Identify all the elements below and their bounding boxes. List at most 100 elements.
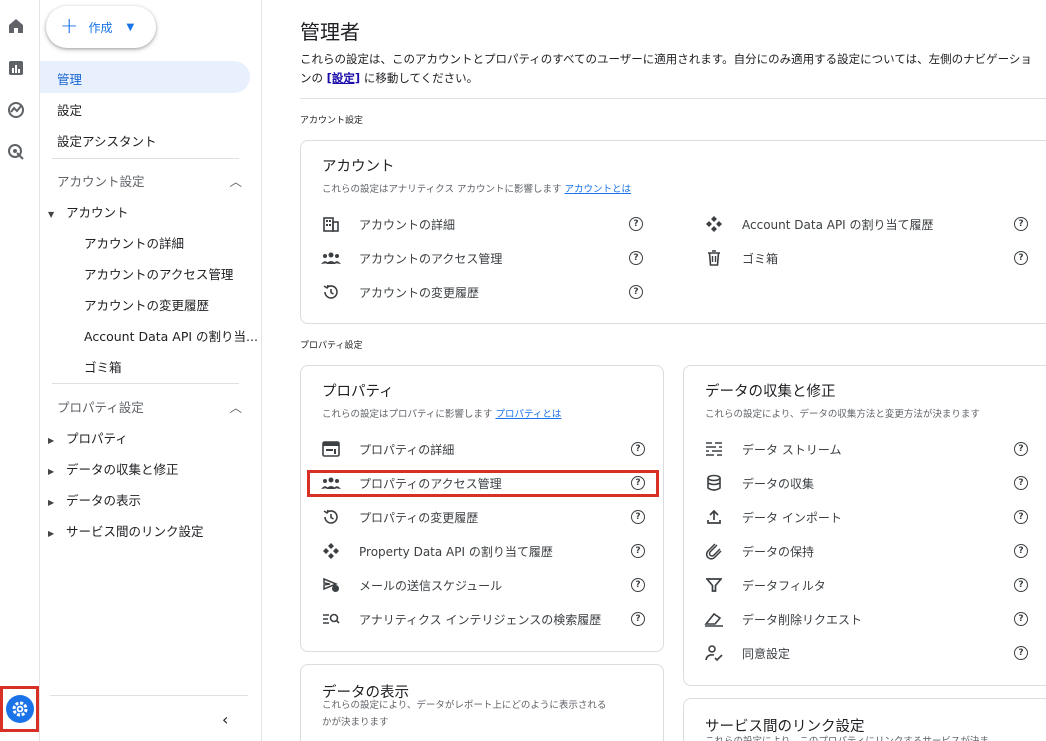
row-data-streams[interactable]: データ ストリーム ? xyxy=(702,434,1028,464)
row-account-access[interactable]: アカウントのアクセス管理 ? xyxy=(319,243,643,273)
row-data-retention[interactable]: データの保持 ? xyxy=(702,536,1028,566)
consent-icon xyxy=(702,641,726,665)
row-label: アカウントの変更履歴 xyxy=(359,285,480,300)
nav-item-data-collection[interactable]: ▶ データの収集と修正 xyxy=(48,459,178,478)
row-data-filters[interactable]: データフィルタ ? xyxy=(702,570,1028,600)
help-icon[interactable]: ? xyxy=(629,251,643,265)
page-title: 管理者 xyxy=(300,20,360,44)
history-icon xyxy=(319,505,343,529)
account-settings-group[interactable]: アカウント設定 ︿ xyxy=(57,171,242,190)
nav-label: サービス間のリンク設定 xyxy=(65,524,204,539)
row-account-data-api[interactable]: Account Data API の割り当て履歴 ? xyxy=(702,209,1028,239)
row-email-schedule[interactable]: メールの送信スケジュール ? xyxy=(319,570,645,600)
nav-item-account[interactable]: ▼ アカウント xyxy=(48,202,128,221)
retention-icon xyxy=(702,539,726,563)
help-icon[interactable]: ? xyxy=(629,217,643,231)
row-label: データの収集 xyxy=(742,476,815,491)
card-title: プロパティ xyxy=(322,384,394,400)
nav-item-account-data-api[interactable]: Account Data API の割り当... xyxy=(84,326,258,345)
help-icon[interactable]: ? xyxy=(631,612,645,626)
help-icon[interactable]: ? xyxy=(629,285,643,299)
card-sub-text: これらの設定はアナリティクス アカウントに影響します xyxy=(322,184,565,195)
what-is-account-link[interactable]: アカウントとは xyxy=(565,184,632,195)
collapse-sidebar-icon[interactable]: ‹ xyxy=(222,710,228,729)
nav-item-setup-assistant[interactable]: 設定アシスタント xyxy=(57,131,157,150)
help-icon[interactable]: ? xyxy=(631,544,645,558)
row-label: アカウントの詳細 xyxy=(359,217,456,232)
nav-item-product-links[interactable]: ▶ サービス間のリンク設定 xyxy=(48,521,203,540)
divider xyxy=(52,383,239,384)
row-property-data-api[interactable]: Property Data API の割り当て履歴 ? xyxy=(319,536,645,566)
help-icon[interactable]: ? xyxy=(631,442,645,456)
help-icon[interactable]: ? xyxy=(1014,217,1028,231)
nav-item-account-details[interactable]: アカウントの詳細 xyxy=(84,233,184,252)
help-icon[interactable]: ? xyxy=(1014,442,1028,456)
explore-icon[interactable] xyxy=(4,98,28,122)
nav-label: データの収集と修正 xyxy=(65,462,179,477)
row-label: データフィルタ xyxy=(742,578,826,593)
card-subtitle: これらの設定により、このプロパティにリンクするサービスが決ま xyxy=(705,733,989,741)
help-icon[interactable]: ? xyxy=(631,578,645,592)
nav-item-data-display[interactable]: ▶ データの表示 xyxy=(48,490,141,509)
nav-item-property[interactable]: ▶ プロパティ xyxy=(48,428,128,447)
row-data-import[interactable]: データ インポート ? xyxy=(702,502,1028,532)
card-title: データの収集と修正 xyxy=(705,384,836,400)
nav-item-admin[interactable]: 管理 xyxy=(57,69,82,88)
home-icon[interactable] xyxy=(4,14,28,38)
row-trash[interactable]: ゴミ箱 ? xyxy=(702,243,1028,273)
advertising-icon[interactable] xyxy=(4,140,28,164)
help-icon[interactable]: ? xyxy=(1014,251,1028,265)
property-settings-group[interactable]: プロパティ設定 ︿ xyxy=(57,397,242,416)
row-label: アナリティクス インテリジェンスの検索履歴 xyxy=(359,612,602,627)
row-property-details[interactable]: プロパティの詳細 ? xyxy=(319,434,645,464)
reports-icon[interactable] xyxy=(4,56,28,80)
nav-item-account-access[interactable]: アカウントのアクセス管理 xyxy=(84,264,233,283)
row-account-history[interactable]: アカウントの変更履歴 ? xyxy=(319,277,643,307)
row-consent-settings[interactable]: 同意設定 ? xyxy=(702,638,1028,668)
nav-item-settings[interactable]: 設定 xyxy=(57,100,82,119)
row-label: データ インポート xyxy=(742,510,842,525)
search-history-icon xyxy=(319,607,343,631)
database-icon xyxy=(702,471,726,495)
row-account-details[interactable]: アカウントの詳細 ? xyxy=(319,209,643,239)
history-icon xyxy=(319,280,343,304)
property-settings-label: プロパティ設定 xyxy=(57,400,144,415)
nav-item-account-history[interactable]: アカウントの変更履歴 xyxy=(84,295,209,314)
row-intelligence-history[interactable]: アナリティクス インテリジェンスの検索履歴 ? xyxy=(319,604,645,634)
help-icon[interactable]: ? xyxy=(1014,578,1028,592)
property-card: プロパティ これらの設定はプロパティに影響します プロパティとは プロパティの詳… xyxy=(300,365,664,652)
help-icon[interactable]: ? xyxy=(1014,544,1028,558)
account-card: アカウント これらの設定はアナリティクス アカウントに影響します アカウントとは… xyxy=(300,140,1046,324)
card-subtitle: これらの設定により、データの収集方法と変更方法が決まります xyxy=(705,409,980,420)
api-icon xyxy=(702,212,726,236)
gear-icon xyxy=(5,695,34,723)
help-icon[interactable]: ? xyxy=(1014,510,1028,524)
upload-icon xyxy=(702,505,726,529)
admin-settings-button[interactable] xyxy=(0,686,39,732)
details-icon xyxy=(319,437,343,461)
product-links-card: サービス間のリンク設定 これらの設定により、このプロパティにリンクするサービスが… xyxy=(683,698,1046,741)
help-icon[interactable]: ? xyxy=(631,510,645,524)
create-button[interactable]: + 作成 ▼ xyxy=(46,6,156,48)
row-data-collection[interactable]: データの収集 ? xyxy=(702,468,1028,498)
help-icon[interactable]: ? xyxy=(1014,612,1028,626)
page-description: これらの設定は、このアカウントとプロパティのすべてのユーザーに適用されます。自分… xyxy=(300,50,1040,88)
card-sub-text: これらの設定はプロパティに影響します xyxy=(322,409,496,420)
row-label: メールの送信スケジュール xyxy=(359,578,503,593)
nav-item-trash[interactable]: ゴミ箱 xyxy=(84,357,122,376)
help-icon[interactable]: ? xyxy=(1014,476,1028,490)
row-data-deletion[interactable]: データ削除リクエスト ? xyxy=(702,604,1028,634)
help-icon[interactable]: ? xyxy=(1014,646,1028,660)
what-is-property-link[interactable]: プロパティとは xyxy=(495,409,561,420)
main-content: 管理者 これらの設定は、このアカウントとプロパティのすべてのユーザーに適用されま… xyxy=(262,0,1046,741)
card-subtitle: これらの設定はプロパティに影響します プロパティとは xyxy=(322,406,561,420)
row-label: Account Data API の割り当て履歴 xyxy=(742,217,934,232)
row-property-history[interactable]: プロパティの変更履歴 ? xyxy=(319,502,645,532)
caret-right-icon: ▶ xyxy=(48,436,55,445)
chevron-up-icon: ︿ xyxy=(229,400,242,415)
highlight-box xyxy=(307,470,659,497)
chevron-up-icon: ︿ xyxy=(229,174,242,189)
people-icon xyxy=(319,246,343,270)
row-label: データ ストリーム xyxy=(742,442,842,457)
settings-link[interactable]: [設定] xyxy=(327,71,361,85)
